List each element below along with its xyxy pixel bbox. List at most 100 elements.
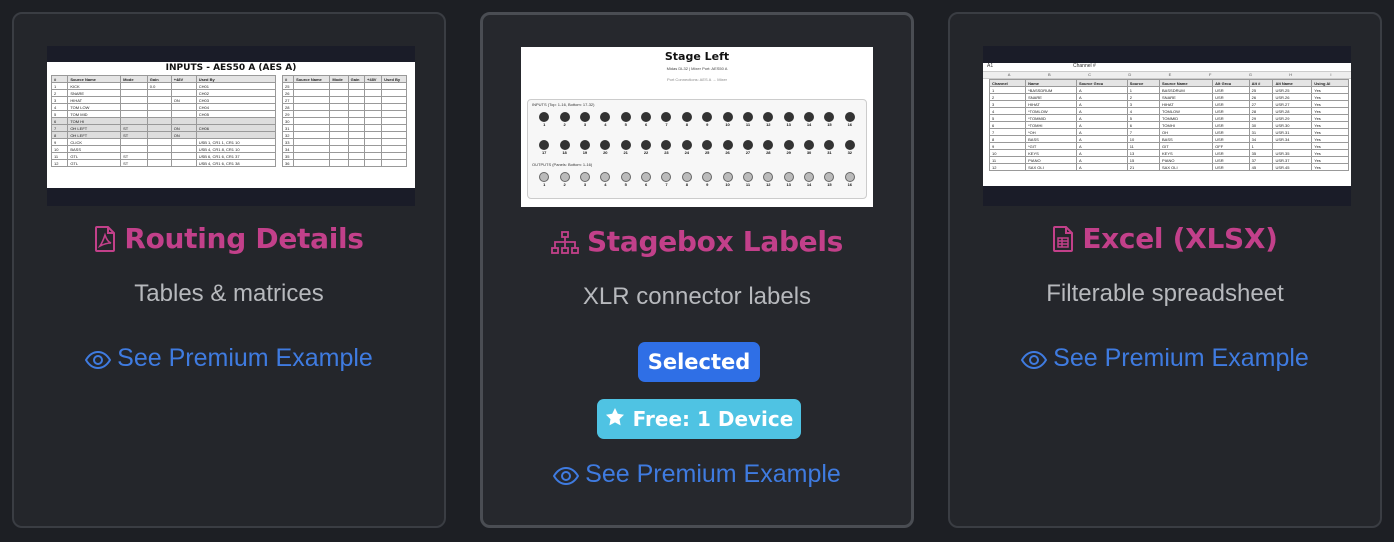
card-subtitle: Tables & matrices [134, 280, 324, 307]
preview-spreadsheet: Channel Name Source Grou Source Source Name A… [988, 79, 1349, 171]
table-cell: USB 1, CR1 1, CR1 10 [195, 138, 277, 146]
xlr-input-icon [742, 112, 753, 122]
table-cell [170, 117, 197, 125]
table-cell: 7 [50, 124, 69, 132]
xlr-connector: 4 [595, 172, 615, 187]
see-premium-example-link[interactable]: See Premium Example [14, 344, 444, 377]
xlr-input-icon [661, 112, 672, 122]
output-row: 1 2 3 4 5 6 7 8 9 10 11 12 13 14 15 16 [534, 172, 860, 187]
table-cell: 35 [281, 152, 295, 160]
xlr-connector: 7 [656, 112, 676, 127]
table-cell [120, 117, 148, 125]
inputs-header: INPUTS (Top: 1-16, Bottom: 17-32) [532, 102, 595, 107]
xlr-connector: 13 [779, 172, 799, 187]
free-device-badge: Free: 1 Device [597, 399, 801, 439]
table-cell: Yes [1311, 156, 1349, 164]
xlr-output-icon [824, 172, 835, 182]
stagebox-labels-card[interactable]: Stage Left Midas DL32 | Mixer Port: AES5… [480, 12, 914, 528]
connector-number: 11 [745, 122, 751, 127]
table-cell [347, 159, 366, 167]
xlr-connector: 9 [697, 172, 717, 187]
table-header-cell: Alt Grou [1212, 79, 1250, 87]
table-cell [170, 82, 197, 90]
table-cell [329, 117, 349, 125]
card-title-text: Routing Details [124, 222, 364, 255]
preview-title: Stage Left [664, 50, 730, 63]
connector-number: 18 [562, 150, 567, 155]
card-subtitle: Filterable spreadsheet [1046, 280, 1284, 307]
table-row: 10 BASS USB 4, CR1 8, CR1 10 [50, 145, 277, 153]
table-cell [329, 159, 349, 167]
table-row: 1 *BASSDRUM A 1 BASSDRUM USR 25 USR.25 Yes [988, 86, 1349, 94]
table-row: 2 SNARE CH02 [50, 89, 277, 97]
see-premium-example-link[interactable]: See Premium Example [483, 460, 911, 493]
table-cell: HIHAT [67, 96, 122, 104]
table-cell: Yes [1311, 100, 1349, 108]
table-cell [293, 138, 331, 146]
connector-number: 16 [847, 182, 853, 187]
table-cell [170, 110, 197, 118]
input-row-bottom: 17 18 19 20 21 22 23 24 25 26 27 28 29 30 31 32 [534, 140, 860, 155]
table-header-cell: # [50, 75, 69, 83]
routing-details-card[interactable]: INPUTS - AES50 A (AES A) # Source Name Mod… [12, 12, 446, 528]
table-cell: A [1075, 93, 1128, 101]
xlr-input-icon [783, 140, 794, 150]
table-cell [329, 82, 349, 90]
xlr-input-icon [824, 140, 835, 150]
table-header-cell: Source Grou [1075, 79, 1128, 87]
table-cell: 7 [1126, 128, 1161, 136]
table-cell [329, 138, 349, 146]
table-row: 27 [281, 96, 407, 104]
preview-table-left: # Source Name Mode Gain +48V Used By 1 KICK 0.0 C… [50, 75, 277, 167]
xlr-input-icon [763, 112, 774, 122]
table-cell [381, 131, 407, 139]
table-cell: 37 [1248, 156, 1274, 164]
table-cell [364, 82, 383, 90]
table-cell [146, 103, 172, 111]
table-cell: 1 [988, 86, 1027, 94]
table-row: 29 [281, 110, 407, 118]
table-cell [293, 152, 331, 160]
table-cell [381, 117, 407, 125]
table-row: 12 GTL ST USB 4, CR1 6, CR1 38 [50, 159, 277, 167]
table-row: 8 BASS A 10 BASS USR 34 USR.34 Yes [988, 135, 1349, 143]
table-cell [364, 124, 383, 132]
excel-xlsx-card[interactable]: A1 Channel # ABCDEFGHI Channel Name Source… [948, 12, 1382, 528]
see-premium-example-link[interactable]: See Premium Example [950, 344, 1380, 377]
table-cell: A [1075, 142, 1128, 150]
table-cell [170, 103, 197, 111]
table-cell: 34 [281, 145, 295, 153]
xlr-connector: 4 [595, 112, 615, 127]
xlr-connector: 32 [840, 140, 860, 155]
xlr-connector: 9 [697, 112, 717, 127]
table-cell: USR.28 [1272, 107, 1313, 115]
star-icon [605, 407, 625, 432]
table-header-cell: Mode [120, 75, 148, 83]
connector-number: 28 [766, 150, 771, 155]
preview-table-right: # Source Name Mode Gain +48V Used By 25 26 27 28 2… [281, 75, 407, 167]
column-letter: E [1168, 72, 1172, 77]
table-header-cell: Source Name [293, 75, 331, 83]
table-cell: TOM MID [67, 110, 122, 118]
xlr-output-icon [804, 172, 815, 182]
table-cell: *TOMHI [1025, 121, 1077, 129]
table-cell: HIHAT [1159, 100, 1214, 108]
table-cell: USR [1212, 93, 1250, 101]
xlr-input-icon [844, 112, 855, 122]
table-cell: 3 [1126, 100, 1161, 108]
connector-number: 10 [725, 182, 730, 187]
card-title: Excel (XLSX) [950, 222, 1380, 259]
table-row: 5 TOM MID CH05 [50, 110, 277, 118]
table-cell: 10 [988, 149, 1027, 157]
table-cell [195, 117, 277, 125]
table-cell [120, 110, 148, 118]
table-cell [146, 96, 172, 104]
xlr-connector: 6 [636, 112, 656, 127]
table-cell [293, 103, 331, 111]
table-cell: USR [1212, 135, 1250, 143]
table-header-cell: Source Name [1159, 79, 1214, 87]
connector-number: 7 [665, 122, 668, 127]
xlr-connector: 11 [738, 112, 758, 127]
table-header-row: # Source Name Mode Gain +48V Used By [50, 75, 277, 83]
table-cell: 25 [1248, 86, 1274, 94]
